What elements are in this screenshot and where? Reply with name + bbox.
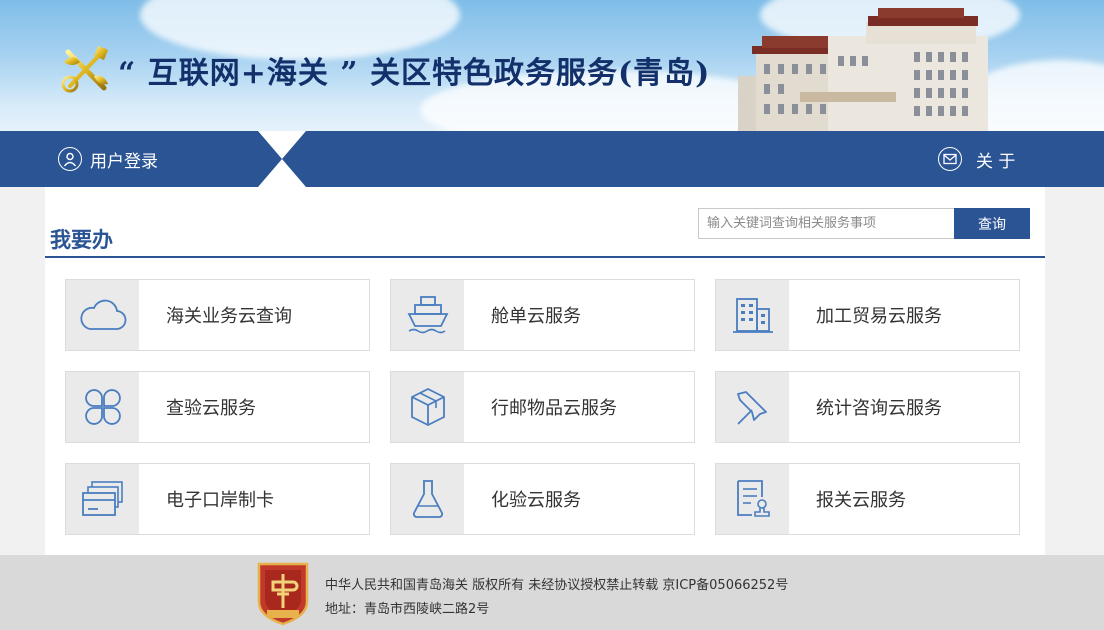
service-card-inspection[interactable]: 查验云服务 bbox=[65, 371, 370, 443]
section-divider bbox=[45, 256, 1045, 258]
copyright-text: 中华人民共和国青岛海关 版权所有 未经协议授权禁止转载 京ICP备0506625… bbox=[325, 578, 789, 593]
service-card-manifest[interactable]: 舱单云服务 bbox=[390, 279, 695, 351]
header-banner: “ 互联网+海关 ” 关区特色政务服务(青岛) bbox=[0, 0, 1104, 131]
cloud-icon bbox=[66, 280, 139, 350]
service-grid: 海关业务云查询 舱单云服务 加工贸易云服务 查验云服务 行邮物品云服务 统计咨询… bbox=[65, 279, 1020, 535]
package-icon bbox=[391, 372, 464, 442]
search-input[interactable] bbox=[698, 208, 954, 239]
party-government-badge-icon[interactable] bbox=[255, 560, 311, 626]
clover-icon bbox=[66, 372, 139, 442]
service-label: 化验云服务 bbox=[491, 490, 581, 511]
document-stamp-icon bbox=[716, 464, 789, 534]
service-card-laboratory[interactable]: 化验云服务 bbox=[390, 463, 695, 535]
service-card-e-port-card[interactable]: 电子口岸制卡 bbox=[65, 463, 370, 535]
login-link[interactable]: 用户登录 bbox=[58, 146, 158, 172]
service-card-processing-trade[interactable]: 加工贸易云服务 bbox=[715, 279, 1020, 351]
nav-notch-divider bbox=[258, 131, 306, 187]
cards-icon bbox=[66, 464, 139, 534]
service-label: 加工贸易云服务 bbox=[816, 306, 942, 327]
flask-icon bbox=[391, 464, 464, 534]
service-card-statistics-consulting[interactable]: 统计咨询云服务 bbox=[715, 371, 1020, 443]
service-label: 查验云服务 bbox=[166, 398, 256, 419]
user-icon bbox=[58, 147, 82, 171]
section-title: 我要办 bbox=[50, 228, 113, 252]
site-title: “ 互联网+海关 ” 关区特色政务服务(青岛) bbox=[118, 56, 711, 91]
mail-icon bbox=[938, 147, 962, 171]
service-card-postal-items[interactable]: 行邮物品云服务 bbox=[390, 371, 695, 443]
search-button[interactable]: 查询 bbox=[954, 208, 1030, 239]
about-link[interactable]: 关 于 bbox=[938, 146, 1015, 172]
service-label: 行邮物品云服务 bbox=[491, 398, 617, 419]
customs-emblem-icon bbox=[61, 46, 108, 93]
pin-icon bbox=[716, 372, 789, 442]
address-text: 地址：青岛市西陵峡二路2号 bbox=[325, 602, 490, 617]
buildings-icon bbox=[716, 280, 789, 350]
service-label: 舱单云服务 bbox=[491, 306, 581, 327]
service-card-customs-declaration[interactable]: 报关云服务 bbox=[715, 463, 1020, 535]
customs-building-image bbox=[738, 8, 988, 131]
about-label: 关 于 bbox=[976, 151, 1016, 172]
ship-icon bbox=[391, 280, 464, 350]
service-label: 统计咨询云服务 bbox=[816, 398, 942, 419]
service-card-customs-cloud-query[interactable]: 海关业务云查询 bbox=[65, 279, 370, 351]
login-label: 用户登录 bbox=[90, 151, 158, 172]
service-label: 海关业务云查询 bbox=[166, 306, 292, 327]
service-label: 报关云服务 bbox=[816, 490, 906, 511]
service-label: 电子口岸制卡 bbox=[166, 490, 274, 511]
